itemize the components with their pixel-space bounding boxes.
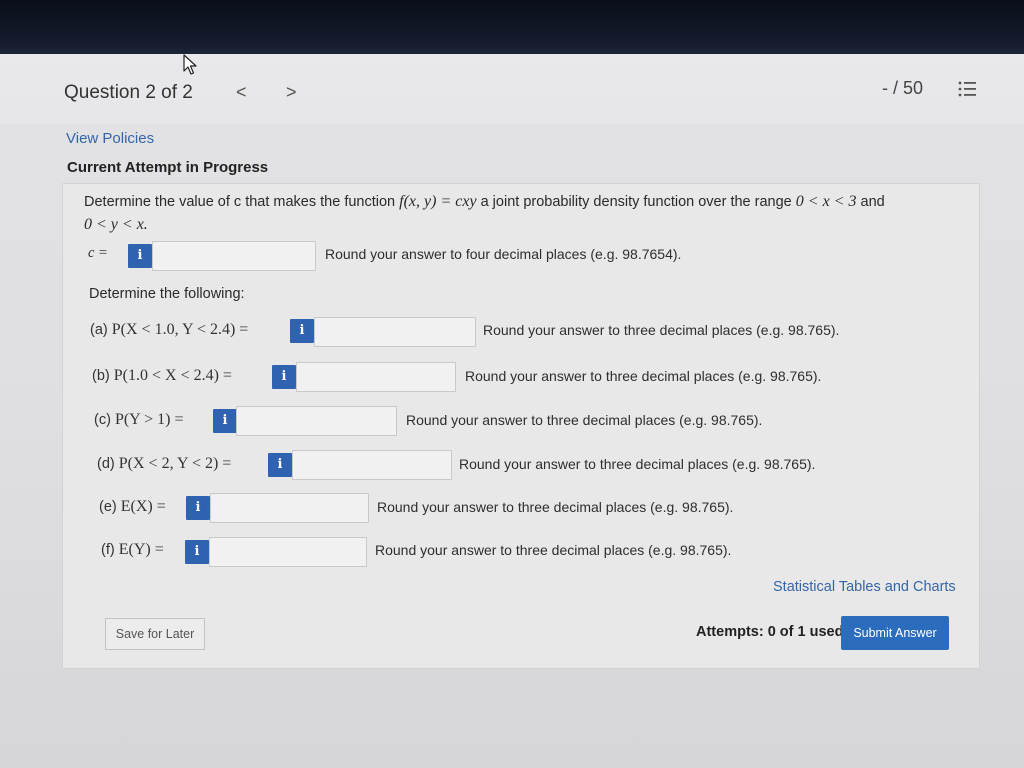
part-label: (b) xyxy=(92,368,110,384)
info-icon[interactable]: i xyxy=(185,540,209,564)
prompt-text: and xyxy=(860,194,885,210)
c-answer-input[interactable] xyxy=(152,241,316,271)
view-policies-link[interactable]: View Policies xyxy=(66,130,154,147)
next-question-button[interactable]: > xyxy=(286,82,297,103)
save-for-later-button[interactable]: Save for Later xyxy=(105,618,205,650)
part-label: (e) xyxy=(99,499,117,515)
subheading: Determine the following: xyxy=(89,286,245,302)
part-expression: P(X < 2, Y < 2) = xyxy=(118,455,232,472)
attempt-status: Current Attempt in Progress xyxy=(67,159,269,176)
prompt-text: Determine the value of c that makes the … xyxy=(84,194,396,210)
info-icon[interactable]: i xyxy=(268,453,292,477)
info-icon[interactable]: i xyxy=(290,319,314,343)
c-answer-hint: Round your answer to four decimal places… xyxy=(325,246,682,262)
score-display: - / 50 xyxy=(882,78,924,98)
submit-answer-button[interactable]: Submit Answer xyxy=(841,616,949,650)
part-d-label: (d) P(X < 2, Y < 2) = xyxy=(97,455,231,473)
prompt-text: a joint probability density function ove… xyxy=(480,194,792,210)
part-expression: E(Y) = xyxy=(118,541,164,558)
statistical-tables-link[interactable]: Statistical Tables and Charts xyxy=(773,579,956,595)
part-label: (d) xyxy=(97,456,115,472)
part-a-label: (a) P(X < 1.0, Y < 2.4) = xyxy=(90,321,248,339)
part-label: (c) xyxy=(94,412,111,428)
part-b-label: (b) P(1.0 < X < 2.4) = xyxy=(92,367,232,385)
info-icon[interactable]: i xyxy=(128,244,152,268)
part-d-input[interactable] xyxy=(292,450,452,480)
question-prompt-line-1: Determine the value of c that makes the … xyxy=(84,193,885,211)
prompt-math-function: f(x, y) = cxy xyxy=(399,193,477,210)
prompt-math-range-x: 0 < x < 3 xyxy=(795,193,857,210)
part-e-hint: Round your answer to three decimal place… xyxy=(377,499,734,515)
part-f-label: (f) E(Y) = xyxy=(101,541,164,559)
part-expression: E(X) = xyxy=(120,498,166,515)
prompt-math-range-y: 0 < y < x. xyxy=(84,216,148,233)
part-c-hint: Round your answer to three decimal place… xyxy=(406,412,763,428)
c-answer-label: c = xyxy=(88,245,108,261)
list-icon[interactable] xyxy=(957,79,977,99)
part-c-label: (c) P(Y > 1) = xyxy=(94,411,184,429)
part-expression: P(Y > 1) = xyxy=(114,411,184,428)
part-c-input[interactable] xyxy=(236,406,397,436)
part-e-input[interactable] xyxy=(210,493,369,523)
info-icon[interactable]: i xyxy=(213,409,237,433)
info-icon[interactable]: i xyxy=(272,365,296,389)
part-b-input[interactable] xyxy=(296,362,456,392)
question-counter: Question 2 of 2 xyxy=(64,82,193,103)
attempts-counter: Attempts: 0 of 1 used xyxy=(696,624,844,640)
part-label: (f) xyxy=(101,542,115,558)
part-expression: P(1.0 < X < 2.4) = xyxy=(113,367,232,384)
part-a-input[interactable] xyxy=(314,317,476,347)
part-expression: P(X < 1.0, Y < 2.4) = xyxy=(111,321,249,338)
question-prompt-line-2: 0 < y < x. xyxy=(84,216,148,234)
monitor-bezel xyxy=(0,0,1024,54)
part-e-label: (e) E(X) = xyxy=(99,498,166,516)
cursor-icon xyxy=(183,54,197,75)
part-f-hint: Round your answer to three decimal place… xyxy=(375,542,732,558)
part-b-hint: Round your answer to three decimal place… xyxy=(465,368,822,384)
previous-question-button[interactable]: < xyxy=(236,82,247,103)
part-d-hint: Round your answer to three decimal place… xyxy=(459,456,816,472)
part-a-hint: Round your answer to three decimal place… xyxy=(483,322,840,338)
part-label: (a) xyxy=(90,322,108,338)
info-icon[interactable]: i xyxy=(186,496,210,520)
part-f-input[interactable] xyxy=(209,537,367,567)
